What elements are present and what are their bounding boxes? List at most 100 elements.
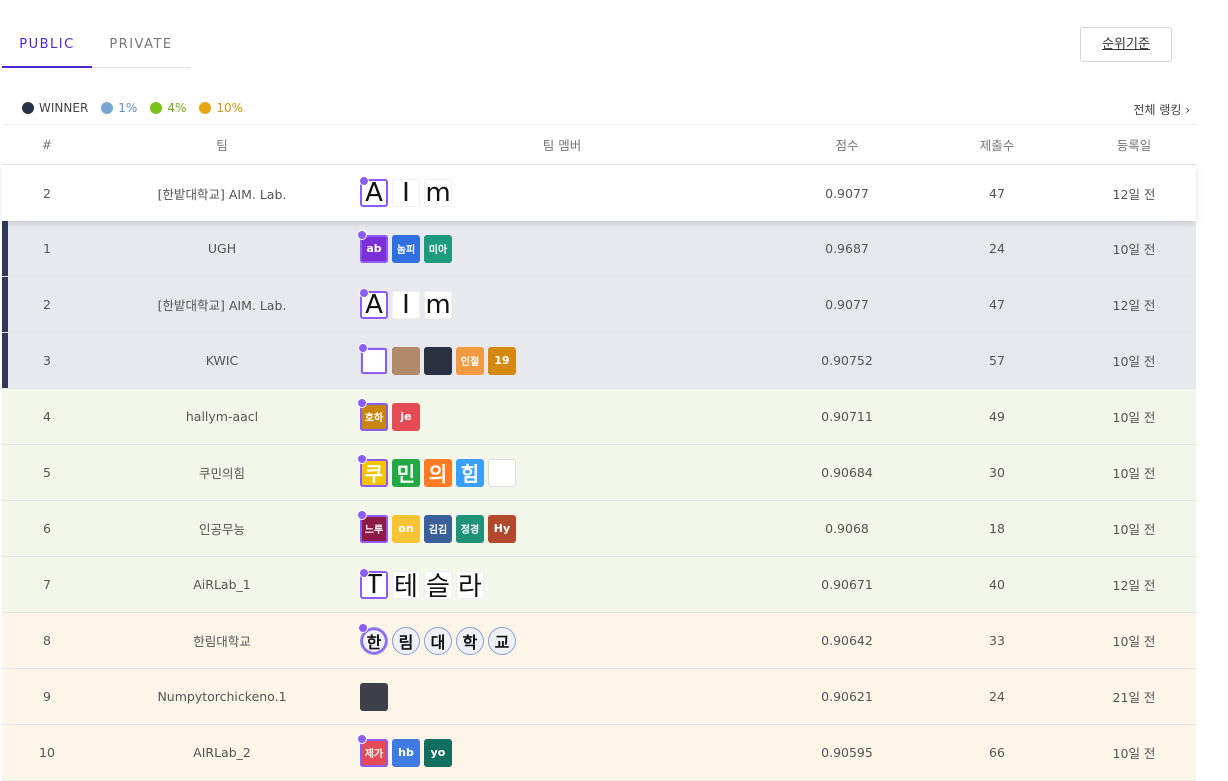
tab-public[interactable]: PUBLIC [2, 28, 92, 68]
score-cell: 0.90595 [821, 745, 873, 760]
member-avatar[interactable]: 림 [392, 626, 420, 655]
member-avatar[interactable]: 의 [424, 458, 452, 487]
date-cell: 21일 전 [1112, 690, 1156, 705]
rank-cell: 5 [43, 465, 51, 480]
member-avatar-text: 19 [494, 354, 510, 367]
rank-cell: 9 [43, 689, 51, 704]
leaderboard-table: # 팀 팀 멤버 점수 제출수 등록일 2 [한밭대학교] AIM. Lab. A I… [2, 124, 1196, 781]
member-avatar[interactable]: 민 [392, 458, 420, 487]
full-ranking-link[interactable]: 전체 랭킹 › [1133, 101, 1190, 118]
column-rank: # [41, 137, 53, 152]
member-avatar-text: m [425, 178, 451, 208]
column-team: 팀 [216, 138, 228, 153]
table-row[interactable]: 5 쿠민의힘 쿠 민 의 힘 0.90684 30 10일 전 [2, 445, 1196, 501]
team-name-cell: 인공무능 [198, 522, 245, 537]
team-members-cell: 제가 hb yo [352, 733, 772, 767]
member-avatar-photo-icon[interactable] [392, 346, 420, 375]
submissions-cell: 33 [989, 633, 1005, 648]
legend-item: 10% [199, 101, 243, 115]
member-avatar-logo-icon[interactable] [488, 458, 516, 487]
member-avatar[interactable]: hb [392, 738, 420, 767]
member-avatar[interactable]: 학 [456, 626, 484, 655]
member-avatar[interactable]: I [392, 290, 420, 320]
member-avatar-night-city-icon[interactable] [424, 346, 452, 375]
member-avatar[interactable]: m [424, 290, 452, 320]
legend-label: WINNER [39, 101, 89, 115]
legend-dot-icon [22, 102, 34, 114]
legend-label: 1% [118, 101, 138, 115]
member-avatar[interactable]: 교 [488, 626, 516, 655]
table-row[interactable]: 10 AIRLab_2 제가 hb yo 0.90595 66 10일 전 [2, 725, 1196, 781]
table-row[interactable]: 7 AiRLab_1 T 테 슬 라 0.90671 40 12일 전 [2, 557, 1196, 613]
team-members-cell: 느루 on 김김 정경 Hy [352, 509, 772, 543]
member-avatar[interactable]: Hy [488, 514, 516, 543]
member-avatar[interactable]: I [392, 178, 420, 208]
member-avatar[interactable]: 슬 [424, 570, 452, 602]
member-avatar[interactable]: 인절 [456, 346, 484, 375]
member-avatar-light-icon[interactable] [358, 342, 388, 375]
rank-cell: 2 [43, 185, 51, 201]
submissions-cell: 49 [989, 409, 1005, 424]
member-avatar[interactable]: A [359, 176, 388, 208]
member-avatar[interactable]: 힘 [456, 458, 484, 487]
legend-dot-icon [199, 102, 212, 114]
score-cell: 0.90671 [821, 577, 873, 592]
table-row[interactable]: 9 Numpytorchickeno.1 0.90621 24 21일 전 [2, 669, 1196, 725]
team-members-cell: ab 놈피 미아 [352, 229, 772, 263]
table-body: 2 [한밭대학교] AIM. Lab. A Im 0.9077 47 12일 전 1 UGH ab… [2, 165, 1196, 781]
legend-item: 4% [150, 101, 186, 115]
member-avatar-text: 미아 [428, 245, 448, 256]
tab-private[interactable]: PRIVATE [92, 28, 190, 68]
member-avatar-text: 민 [396, 462, 416, 486]
member-avatar[interactable]: 라 [456, 570, 484, 602]
table-row[interactable]: 3 KWIC 인절 19 0.90752 57 10일 전 [2, 333, 1196, 389]
team-name-cell: [한밭대학교] AIM. Lab. [157, 186, 287, 202]
submissions-cell: 57 [989, 353, 1005, 368]
member-avatar[interactable]: 제가 [357, 733, 388, 767]
ranking-criteria-button[interactable]: 순위기준 [1080, 27, 1172, 62]
member-avatar-text: 호하 [364, 413, 384, 424]
member-avatar[interactable]: A [359, 287, 388, 320]
member-avatar[interactable]: m [424, 178, 452, 208]
member-avatar[interactable]: 김김 [424, 514, 452, 543]
member-avatar[interactable]: 테 [392, 570, 420, 602]
member-avatar[interactable]: 19 [488, 346, 516, 375]
team-members-cell: 쿠민의힘 [352, 453, 772, 487]
submissions-cell: 24 [989, 689, 1005, 704]
table-row[interactable]: 2 [한밭대학교] AIM. Lab. A Im 0.9077 47 12일 전 [2, 277, 1196, 333]
member-avatar[interactable]: 한 [358, 622, 388, 655]
table-row[interactable]: 1 UGH ab 놈피 미아 0.9687 24 10일 전 [2, 221, 1196, 277]
member-avatar[interactable]: T [359, 567, 388, 600]
member-avatar-text: 제가 [364, 749, 384, 760]
rank-cell: 6 [43, 521, 51, 536]
rank-cell: 2 [43, 297, 51, 312]
submissions-cell: 30 [989, 465, 1005, 480]
member-avatar[interactable]: 정경 [456, 514, 484, 543]
column-submissions: 제출수 [979, 138, 1015, 153]
member-avatar[interactable]: 호하 [357, 397, 388, 431]
team-name-cell: hallym-aacl [185, 409, 259, 424]
member-avatar[interactable]: 놈피 [392, 234, 420, 263]
member-avatar[interactable]: on [392, 514, 420, 543]
table-row[interactable]: 4 hallym-aacl 호하 je 0.90711 49 10일 전 [2, 389, 1196, 445]
member-avatar-photo-icon[interactable] [360, 682, 388, 711]
member-avatar-text: 정경 [460, 525, 480, 536]
leader-crown-icon [357, 229, 367, 240]
member-avatar[interactable]: je [392, 402, 420, 431]
table-row[interactable]: 8 한림대학교 한 림 대 학 교 0.90642 33 10일 전 [2, 613, 1196, 669]
member-avatar[interactable]: 대 [424, 626, 452, 655]
team-members-cell: 한림대학교 [352, 622, 772, 655]
tier-legend: WINNER 1% 4% 10% [22, 101, 256, 115]
member-avatar[interactable]: 미아 [424, 234, 452, 263]
team-name-cell: KWIC [205, 353, 239, 368]
table-row[interactable]: 6 인공무능 느루 on 김김 정경 Hy 0.9068 18 10일 전 [2, 501, 1196, 557]
team-members-cell: 호하 je [352, 397, 772, 431]
date-cell: 10일 전 [1112, 634, 1156, 649]
member-avatar[interactable]: 쿠 [357, 453, 388, 487]
my-team-row[interactable]: 2 [한밭대학교] AIM. Lab. A Im 0.9077 47 12일 전 [2, 165, 1196, 221]
score-cell: 0.90711 [821, 409, 873, 424]
member-avatar[interactable]: ab [357, 229, 388, 263]
score-cell: 0.9077 [825, 297, 869, 312]
member-avatar[interactable]: 느루 [357, 509, 388, 543]
member-avatar[interactable]: yo [424, 738, 452, 767]
